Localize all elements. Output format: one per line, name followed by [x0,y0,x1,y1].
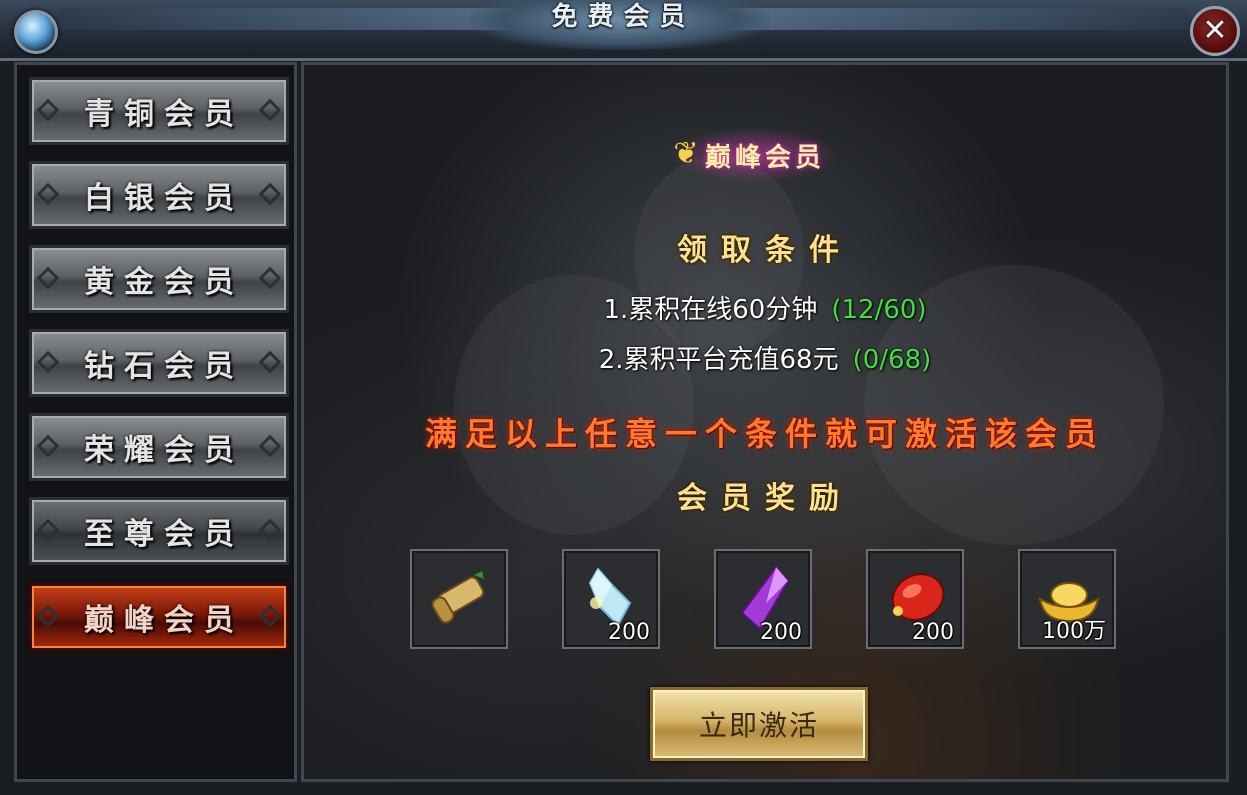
ornament-icon [258,350,282,374]
condition-text: 2.累积平台充值68元 [598,345,839,375]
tab-glory-member[interactable]: 荣耀会员 [29,413,289,481]
activate-button-label: 立即激活 [698,709,819,742]
reward-quantity: 100万 [1042,619,1106,644]
activation-notice: 满足以上任意一个条件就可激活该会员 [424,415,1105,453]
window-title: 免费会员 [551,2,696,32]
title-bar: 免费会员 ✕ [0,0,1247,61]
tab-label: 钻石会员 [84,349,244,384]
close-icon: ✕ [1202,13,1228,48]
ornament-icon [36,518,60,542]
ornament-icon [258,98,282,122]
condition-recharge: 2.累积平台充值68元 (0/68) [304,339,1226,376]
reward-quantity: 200 [912,620,954,645]
condition-progress: (12/60) [831,295,927,325]
condition-online-time: 1.累积在线60分钟 (12/60) [304,289,1226,326]
ornament-icon [258,518,282,542]
ornament-icon [36,266,60,290]
reward-slot[interactable]: 200 [866,549,964,649]
ornament-icon [258,604,282,628]
tab-label: 黄金会员 [84,265,244,300]
reward-slot[interactable] [410,549,508,649]
tab-peak-member[interactable]: 巅峰会员 [29,583,289,651]
ornament-icon [258,434,282,458]
condition-progress: (0/68) [852,345,932,375]
rewards-heading: 会员奖励 [677,481,853,516]
member-detail-panel: ❦ 巅峰会员 领取条件 1.累积在线60分钟 (12/60) 2.累积平台充值68… [301,62,1229,782]
ornament-icon [36,604,60,628]
tab-silver-member[interactable]: 白银会员 [29,161,289,229]
tab-label: 至尊会员 [84,517,244,552]
close-button[interactable]: ✕ [1190,6,1240,56]
badge-title: 巅峰会员 [704,142,825,173]
dialog-window: 免费会员 ✕ 青铜会员 白银会员 黄金会员 钻石会员 荣耀会员 至尊会员 巅峰会… [0,0,1247,795]
tab-gold-member[interactable]: 黄金会员 [29,245,289,313]
tab-diamond-member[interactable]: 钻石会员 [29,329,289,397]
tab-label: 巅峰会员 [84,603,244,638]
reward-slot[interactable]: 200 [562,549,660,649]
emblem-gem-icon [14,10,58,54]
tab-bronze-member[interactable]: 青铜会员 [29,77,289,145]
condition-text: 1.累积在线60分钟 [603,295,818,325]
conditions-heading: 领取条件 [677,233,853,268]
reward-quantity: 200 [760,620,802,645]
tab-label: 白银会员 [84,181,244,216]
activate-now-button[interactable]: 立即激活 [650,687,868,761]
ornament-icon [36,434,60,458]
tab-label: 荣耀会员 [84,433,244,468]
scroll-icon [431,571,485,624]
tab-supreme-member[interactable]: 至尊会员 [29,497,289,565]
reward-slot[interactable]: 100万 [1018,549,1116,649]
member-tier-sidebar: 青铜会员 白银会员 黄金会员 钻石会员 荣耀会员 至尊会员 巅峰会员 [14,62,297,782]
tab-label: 青铜会员 [84,97,244,132]
reward-quantity: 200 [608,620,650,645]
ornament-icon [36,98,60,122]
peak-member-badge: ❦ 巅峰会员 [669,127,839,183]
ornament-icon [258,182,282,206]
reward-slot[interactable]: 200 [714,549,812,649]
ornament-icon [258,266,282,290]
ornament-icon [36,182,60,206]
ornament-icon [36,350,60,374]
